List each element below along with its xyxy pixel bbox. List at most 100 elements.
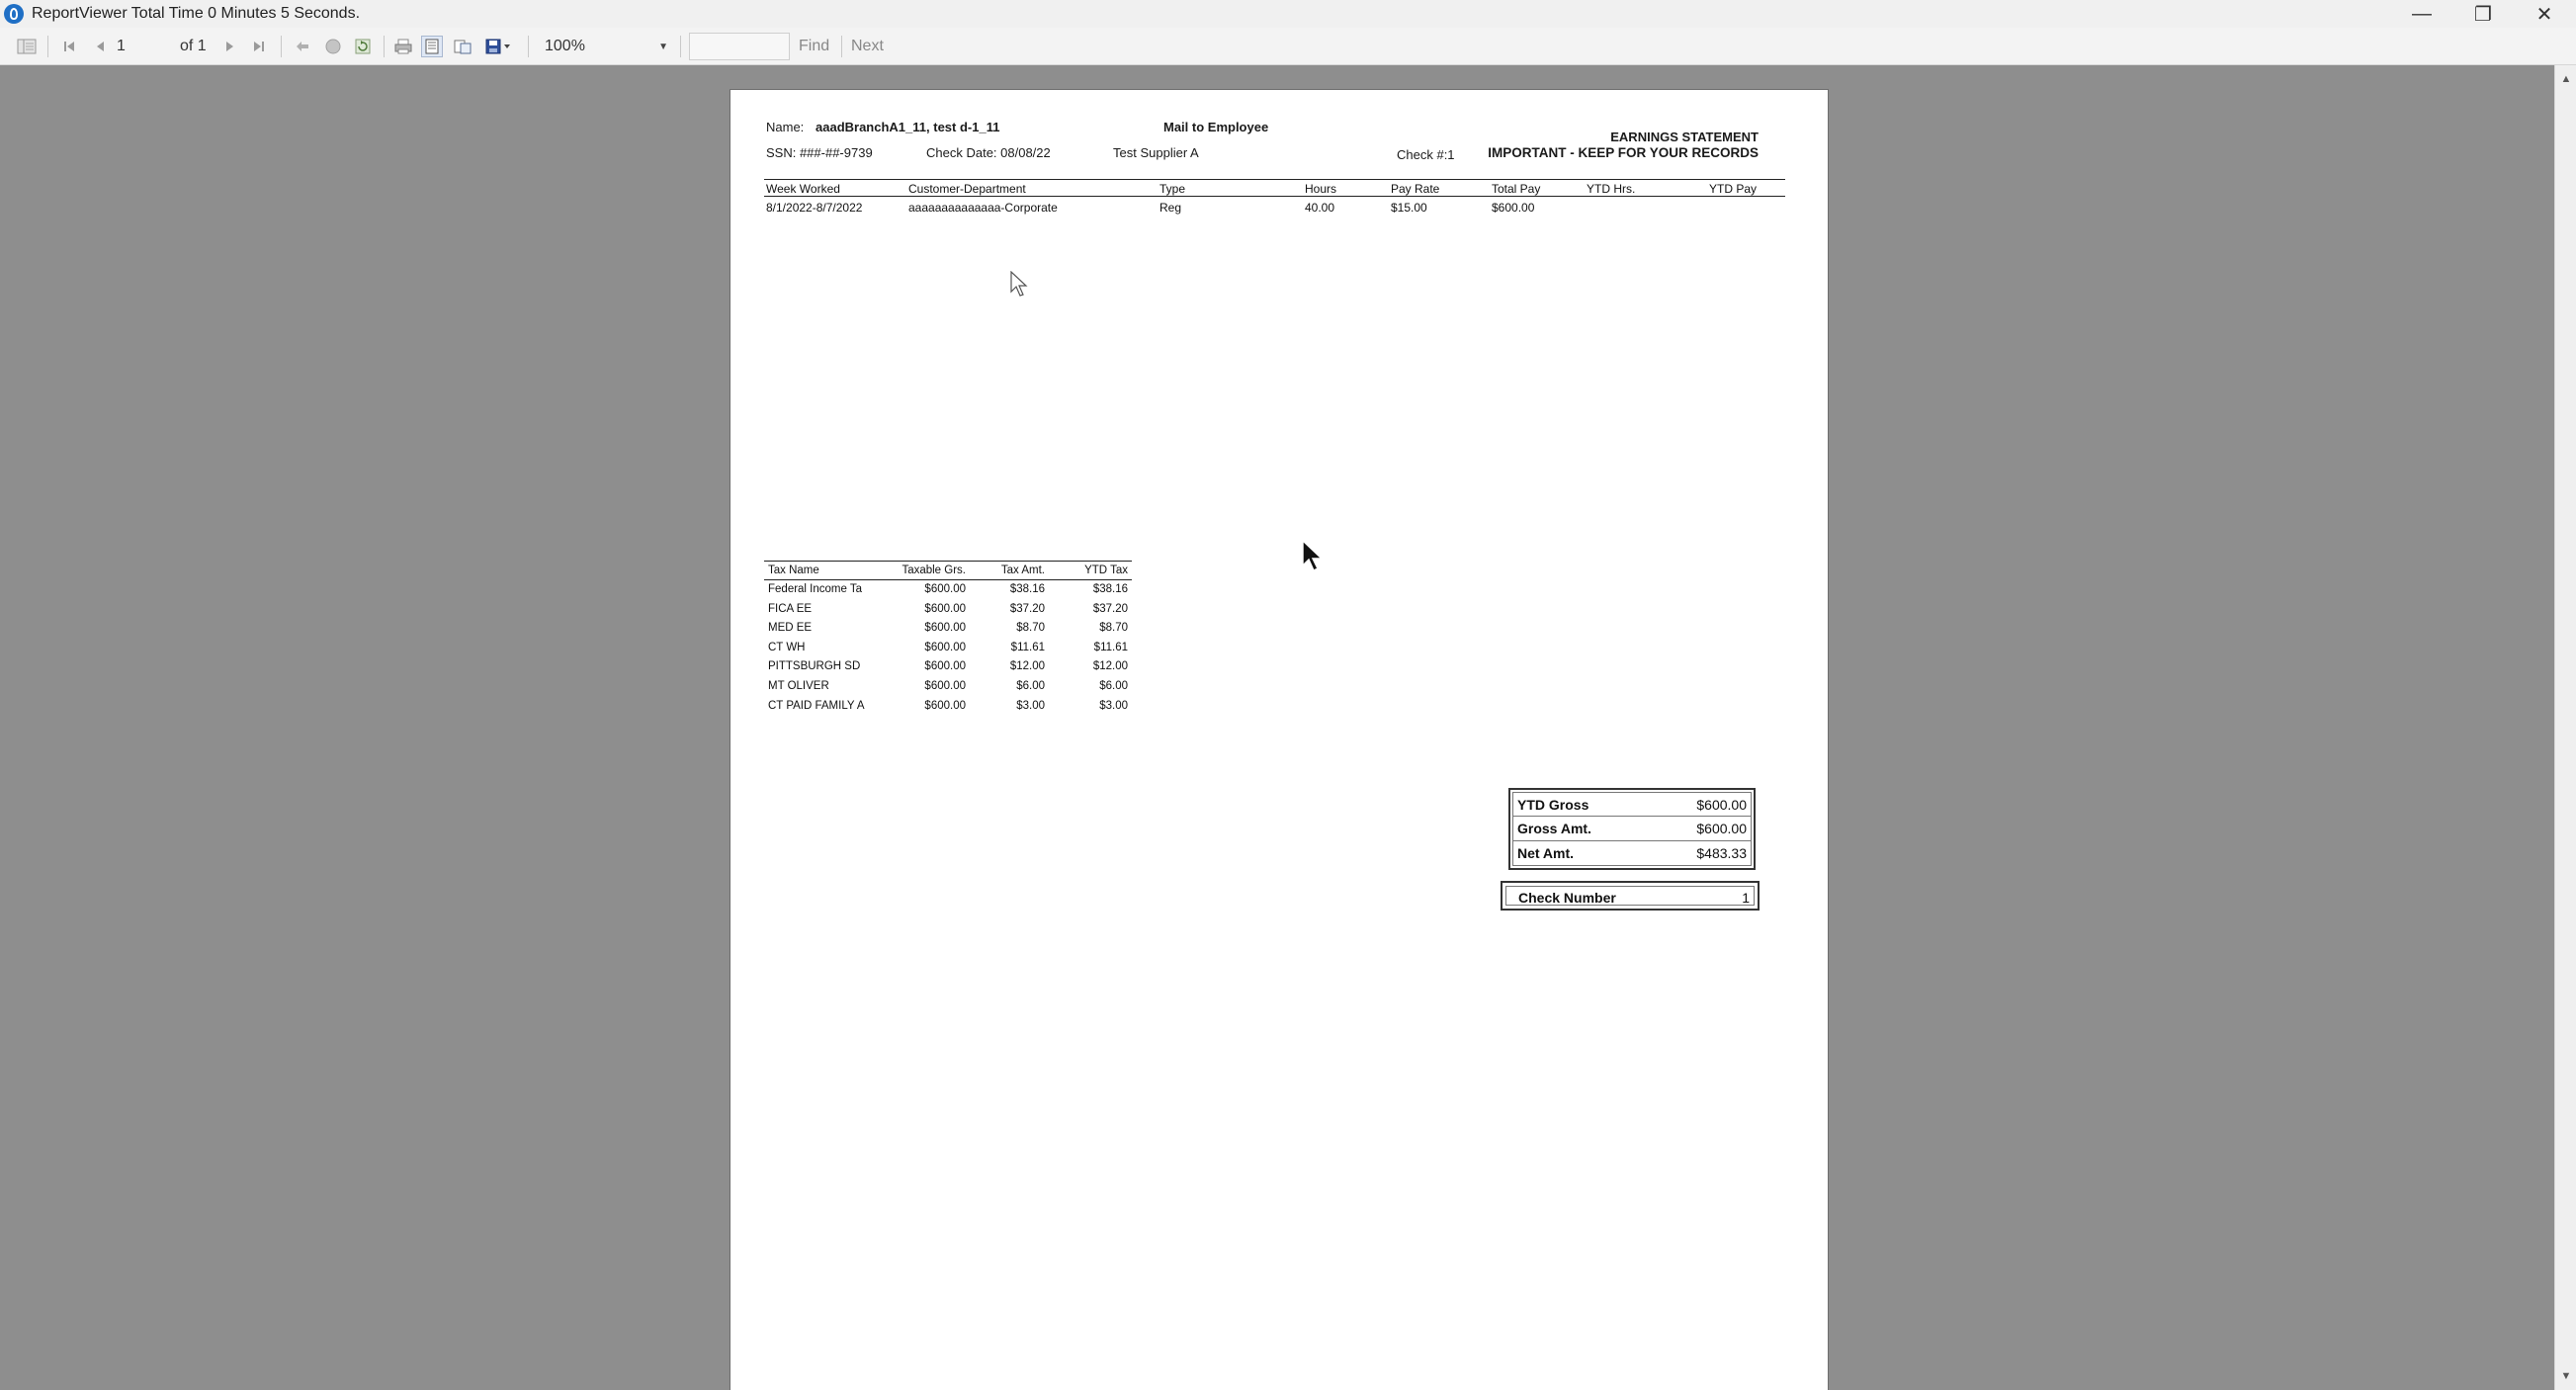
ytd-tax: $12.00: [1092, 660, 1128, 673]
previous-page-icon[interactable]: [91, 36, 111, 57]
tax-table: Tax Name Taxable Grs. Tax Amt. YTD Tax F…: [764, 561, 1132, 716]
zoom-select[interactable]: 100% ▼: [542, 35, 672, 58]
column-header: Total Pay: [1492, 182, 1541, 196]
supplier-name: Test Supplier A: [1113, 145, 1199, 160]
tax-amount: $37.20: [1009, 602, 1045, 615]
tax-amount: $12.00: [1009, 660, 1045, 673]
summary-row: Net Amt. $483.33: [1512, 841, 1752, 866]
check-number-box: Check Number 1: [1501, 881, 1760, 911]
column-header: Week Worked: [766, 182, 840, 196]
report-page: Name: aaadBranchA1_11, test d-1_11 Mail …: [730, 89, 1829, 1390]
gross-amount-label: Gross Amt.: [1517, 821, 1591, 836]
toolbar-separator: [841, 36, 842, 57]
column-header: Type: [1159, 182, 1186, 196]
page-count-label: of 1: [180, 38, 207, 54]
tax-name: PITTSBURGH SD: [768, 660, 861, 673]
pay-rate: $15.00: [1391, 201, 1427, 215]
first-page-icon[interactable]: [59, 36, 79, 57]
taxable-gross: $600.00: [924, 583, 966, 595]
taxable-gross: $600.00: [924, 699, 966, 712]
taxable-gross: $600.00: [924, 641, 966, 653]
report-viewer-app-icon: [4, 4, 24, 24]
stop-icon[interactable]: [322, 36, 344, 57]
ssn: SSN: ###-##-9739: [766, 145, 873, 160]
mail-to-employee: Mail to Employee: [1163, 120, 1269, 134]
week-worked: 8/1/2022-8/7/2022: [766, 201, 863, 215]
column-header: YTD Pay: [1709, 182, 1758, 196]
current-page-input[interactable]: 1: [117, 36, 166, 57]
page-setup-icon[interactable]: [451, 36, 474, 57]
zoom-value: 100%: [545, 38, 585, 54]
chevron-down-icon: ▼: [658, 41, 668, 52]
total-pay: $600.00: [1492, 201, 1535, 215]
find-button[interactable]: Find: [799, 36, 829, 57]
column-header: Tax Name: [768, 565, 819, 576]
ytd-tax: $38.16: [1092, 583, 1128, 595]
tax-name: MED EE: [768, 622, 813, 635]
toolbar-separator: [281, 36, 282, 57]
close-button[interactable]: ✕: [2515, 0, 2574, 28]
taxable-gross: $600.00: [924, 660, 966, 673]
ytd-tax: $8.70: [1099, 622, 1128, 635]
print-icon[interactable]: [391, 36, 415, 57]
refresh-icon[interactable]: [352, 36, 374, 57]
tax-amount: $11.61: [1010, 641, 1045, 653]
taxable-gross: $600.00: [924, 602, 966, 615]
column-header: Tax Amt.: [1000, 565, 1045, 576]
scroll-down-icon[interactable]: ▼: [2555, 1366, 2576, 1386]
export-icon[interactable]: [482, 36, 516, 57]
gross-amount-value: $600.00: [1696, 821, 1747, 836]
toolbar-separator: [384, 36, 385, 57]
tax-name: Federal Income Ta: [768, 583, 863, 595]
tax-name: MT OLIVER: [768, 679, 829, 692]
print-layout-icon[interactable]: [421, 36, 443, 57]
minimize-button[interactable]: —: [2392, 0, 2451, 28]
find-input[interactable]: [689, 33, 790, 60]
ytd-tax: $37.20: [1092, 602, 1128, 615]
table-row: MT OLIVER $600.00 $6.00 $6.00: [764, 677, 1132, 697]
table-row: CT PAID FAMILY A $600.00 $3.00 $3.00: [764, 697, 1132, 717]
tax-amount: $38.16: [1009, 583, 1045, 595]
ytd-tax: $3.00: [1099, 699, 1128, 712]
net-amount-label: Net Amt.: [1517, 845, 1575, 861]
last-page-icon[interactable]: [249, 36, 269, 57]
ytd-gross-value: $600.00: [1696, 797, 1747, 813]
ytd-tax: $6.00: [1099, 679, 1128, 692]
tax-table-header: Tax Name Taxable Grs. Tax Amt. YTD Tax: [764, 561, 1132, 580]
report-workspace[interactable]: Name: aaadBranchA1_11, test d-1_11 Mail …: [0, 65, 2554, 1390]
check-number-cell: Check Number 1: [1505, 886, 1755, 906]
check-number-value: 1: [1742, 890, 1750, 906]
back-icon[interactable]: [293, 36, 312, 57]
window-title: ReportViewer Total Time 0 Minutes 5 Seco…: [32, 5, 361, 22]
title-bar: ReportViewer Total Time 0 Minutes 5 Seco…: [0, 0, 2576, 28]
table-row: MED EE $600.00 $8.70 $8.70: [764, 619, 1132, 639]
toolbar-separator: [47, 36, 48, 57]
toolbar-separator: [528, 36, 529, 57]
toolbar-separator: [680, 36, 681, 57]
document-map-icon[interactable]: [16, 36, 38, 57]
statement-title: EARNINGS STATEMENT: [1610, 130, 1759, 144]
taxable-gross: $600.00: [924, 622, 966, 635]
column-header: Taxable Grs.: [902, 565, 966, 576]
check-number-label: Check Number: [1518, 890, 1616, 906]
tax-name: CT PAID FAMILY A: [768, 699, 865, 712]
employee-name: aaadBranchA1_11, test d-1_11: [816, 120, 1000, 134]
table-row: CT WH $600.00 $11.61 $11.61: [764, 639, 1132, 658]
column-header: Hours: [1305, 182, 1337, 196]
table-row: PITTSBURGH SD $600.00 $12.00 $12.00: [764, 657, 1132, 677]
vertical-scrollbar[interactable]: ▲ ▼: [2554, 65, 2576, 1390]
taxable-gross: $600.00: [924, 679, 966, 692]
column-header: Pay Rate: [1391, 182, 1440, 196]
tax-name: CT WH: [768, 641, 806, 653]
column-header: YTD Hrs.: [1587, 182, 1636, 196]
restore-button[interactable]: ❐: [2453, 0, 2513, 28]
statement-subtitle: IMPORTANT - KEEP FOR YOUR RECORDS: [1488, 145, 1759, 160]
scroll-up-icon[interactable]: ▲: [2555, 69, 2576, 89]
next-page-icon[interactable]: [219, 36, 239, 57]
find-next-button[interactable]: Next: [851, 36, 884, 57]
table-row: Federal Income Ta $600.00 $38.16 $38.16: [764, 580, 1132, 600]
ytd-tax: $11.61: [1093, 641, 1128, 653]
tax-name: FICA EE: [768, 602, 813, 615]
tax-amount: $6.00: [1016, 679, 1045, 692]
column-header: YTD Tax: [1084, 565, 1128, 576]
